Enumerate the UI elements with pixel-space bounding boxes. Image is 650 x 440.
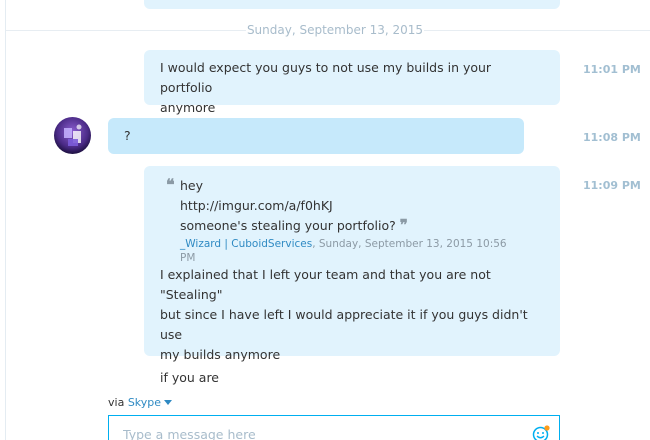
quote-text-line: someone's stealing your portfolio? ❞ <box>180 216 544 236</box>
quote-author-link[interactable]: _Wizard | CuboidServices <box>180 238 312 250</box>
avatar[interactable] <box>54 117 91 154</box>
message-input[interactable] <box>123 425 513 440</box>
previous-message-bubble[interactable] <box>144 0 560 9</box>
quote-author-time-suffix: PM <box>180 252 196 264</box>
message-timestamp: 11:09 PM <box>583 179 641 192</box>
message-text: ? <box>124 128 131 143</box>
message-text: if you are <box>160 370 220 385</box>
via-service-link[interactable]: Skype <box>128 396 161 409</box>
message-text: anymore <box>160 100 216 115</box>
quote-text: someone's stealing your portfolio? <box>180 218 396 233</box>
message-composer[interactable] <box>108 415 560 440</box>
send-via-selector[interactable]: via Skype <box>108 396 173 409</box>
message-timestamp: 11:08 PM <box>583 131 641 144</box>
date-separator: Sunday, September 13, 2015 <box>246 23 424 37</box>
via-label: via <box>108 396 125 409</box>
quote-close-icon: ❞ <box>399 216 408 234</box>
message-text: I explained that I left your team and th… <box>160 267 491 302</box>
quote-attribution: _Wizard | CuboidServices, Sunday, Septem… <box>180 237 544 265</box>
conversation-panel: Sunday, September 13, 2015 I would expec… <box>0 0 650 440</box>
avatar-image <box>54 117 91 154</box>
message-bubble-received[interactable]: ? <box>108 118 524 154</box>
quote-open-icon: ❝ <box>166 175 175 194</box>
message-text: my builds anymore <box>160 347 281 362</box>
message-bubble-sent[interactable]: ❝ hey http://imgur.com/a/f0hKJ someone's… <box>144 166 560 385</box>
message-bubble-sent[interactable]: I would expect you guys to not use my bu… <box>144 50 560 115</box>
emoticon-icon[interactable] <box>532 425 550 440</box>
quote-author-time: , Sunday, September 13, 2015 10:56 <box>312 238 507 250</box>
date-divider-line <box>6 30 246 31</box>
message-timestamp: 11:01 PM <box>583 63 641 76</box>
message-text: I would expect you guys to not use my bu… <box>160 60 492 95</box>
quote-link[interactable]: http://imgur.com/a/f0hKJ <box>180 196 544 216</box>
quoted-message: ❝ hey http://imgur.com/a/f0hKJ someone's… <box>160 176 544 265</box>
date-divider-line <box>424 30 650 31</box>
chevron-down-icon[interactable] <box>164 400 173 405</box>
quote-text: hey <box>180 178 204 193</box>
panel-left-border <box>0 0 6 440</box>
message-text: but since I have left I would appreciate… <box>160 307 528 342</box>
